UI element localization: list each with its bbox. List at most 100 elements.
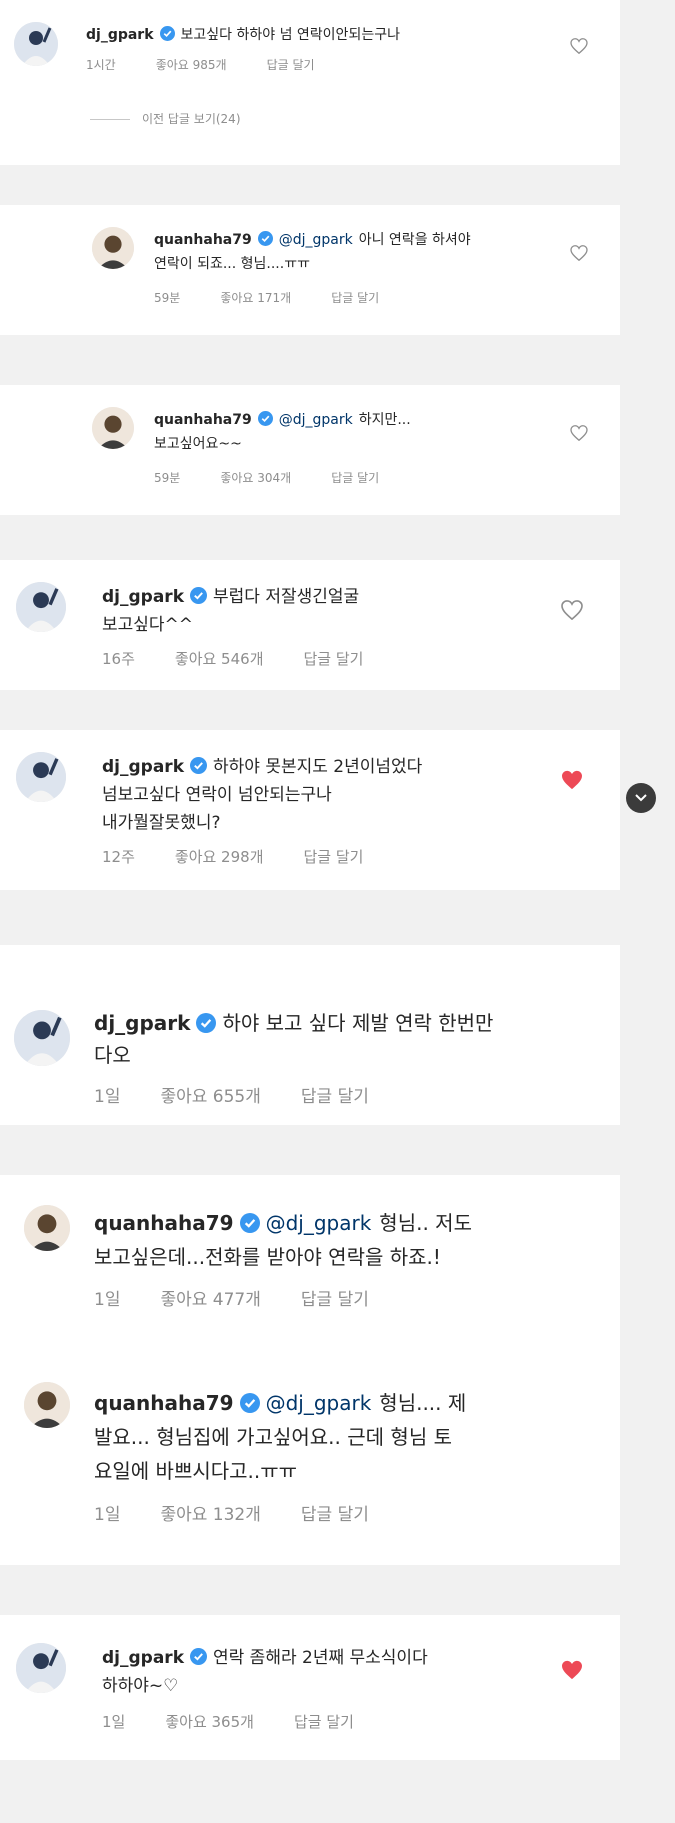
verified-badge-icon [257, 410, 273, 426]
comment-text: 보고싶어요~~ [154, 436, 242, 452]
username[interactable]: dj_gpark [102, 587, 184, 607]
collapse-button[interactable] [626, 783, 656, 813]
avatar[interactable] [14, 1010, 70, 1066]
comment-meta: 59분 좋아요 304개 답글 달기 [154, 469, 419, 486]
username[interactable]: dj_gpark [94, 1011, 190, 1035]
comment-text: 아니 연락을 하셔야 [358, 232, 471, 248]
reply-button[interactable]: 답글 달기 [301, 1087, 369, 1107]
reply-button[interactable]: 답글 달기 [304, 848, 364, 866]
comment-meta: 59분 좋아요 171개 답글 달기 [154, 289, 419, 306]
like-count[interactable]: 좋아요 546개 [175, 650, 264, 668]
comment-meta: 1시간 좋아요 985개 답글 달기 [86, 56, 355, 73]
comment-text: 넘보고싶다 연락이 넘안되는구나 [102, 785, 332, 805]
comment-panel: dj_gpark 연락 좀해라 2년째 무소식이다 하하야~♡ 1일 좋아요 365… [0, 1615, 620, 1760]
avatar[interactable] [14, 22, 58, 66]
reply-button[interactable]: 답글 달기 [331, 471, 379, 485]
avatar[interactable] [24, 1205, 70, 1251]
reply-button[interactable]: 답글 달기 [304, 650, 364, 668]
username[interactable]: quanhaha79 [154, 412, 252, 428]
comment-text: 보고싶은데...전화를 받아야 연락을 하죠.! [94, 1245, 441, 1269]
heart-icon[interactable] [561, 600, 583, 620]
comment-time: 59분 [154, 291, 181, 305]
avatar[interactable] [16, 752, 66, 802]
comment-time: 1시간 [86, 58, 116, 72]
comment-text: 하하야~♡ [102, 1676, 179, 1696]
username[interactable]: quanhaha79 [94, 1391, 234, 1415]
comment-time: 1일 [94, 1505, 121, 1525]
avatar[interactable] [92, 407, 134, 449]
reply-button[interactable]: 답글 달기 [301, 1505, 369, 1525]
avatar[interactable] [16, 1643, 66, 1693]
heart-icon[interactable] [561, 770, 583, 790]
comment-meta: 16주 좋아요 546개 답글 달기 [102, 648, 403, 669]
username[interactable]: quanhaha79 [154, 232, 252, 248]
like-count[interactable]: 좋아요 985개 [156, 58, 227, 72]
like-count[interactable]: 좋아요 132개 [160, 1505, 260, 1525]
mention-link[interactable]: @dj_gpark [279, 412, 353, 428]
reply-button[interactable]: 답글 달기 [301, 1290, 369, 1310]
comment-meta: 1일 좋아요 365개 답글 달기 [102, 1711, 394, 1732]
comment-panel: dj_gpark 하하야 못본지도 2년이넘었다 넘보고싶다 연락이 넘안되는구나… [0, 730, 620, 890]
comment-text: 연락 좀해라 2년째 무소식이다 [213, 1648, 428, 1668]
comment-line: dj_gpark 하야 보고 싶다 제발 연락 한번만 [94, 1007, 493, 1036]
comment-text: 형님.... 제 [379, 1391, 467, 1415]
comment-panel: dj_gpark 보고싶다 하하야 넘 연락이안되는구나 1시간 좋아요 985개 답… [0, 0, 620, 165]
comment-panel: quanhaha79 @dj_gpark 하지만... 보고싶어요~~ 59분 좋아요… [0, 385, 620, 515]
comment-text: 내가뭘잘못했니? [102, 813, 221, 833]
comment-text: 발요... 형님집에 가고싶어요.. 근데 형님 토 [94, 1425, 452, 1449]
view-replies-button[interactable]: 이전 답글 보기(24) [90, 110, 241, 127]
avatar[interactable] [92, 227, 134, 269]
like-count[interactable]: 좋아요 304개 [220, 471, 291, 485]
avatar[interactable] [16, 582, 66, 632]
comment-text: 보고싶다^^ [102, 615, 194, 635]
like-count[interactable]: 좋아요 365개 [165, 1713, 254, 1731]
comment-time: 1일 [94, 1087, 121, 1107]
reply-button[interactable]: 답글 달기 [267, 58, 315, 72]
comment-line: dj_gpark 부럽다 저잘생긴얼굴 [102, 582, 359, 607]
verified-badge-icon [239, 1212, 260, 1233]
comment-meta: 12주 좋아요 298개 답글 달기 [102, 846, 403, 867]
heart-icon[interactable] [570, 38, 588, 54]
like-count[interactable]: 좋아요 477개 [160, 1290, 260, 1310]
comment-meta: 1일 좋아요 477개 답글 달기 [94, 1285, 409, 1310]
chevron-down-icon [635, 794, 647, 802]
like-count[interactable]: 좋아요 171개 [220, 291, 291, 305]
comment-text: 하하야 못본지도 2년이넘었다 [213, 757, 423, 777]
heart-icon[interactable] [570, 245, 588, 261]
comment-time: 12주 [102, 848, 135, 866]
comment-text: 보고싶다 하하야 넘 연락이안되는구나 [180, 27, 400, 43]
verified-badge-icon [190, 586, 207, 604]
verified-badge-icon [190, 756, 207, 774]
comment-meta: 1일 좋아요 655개 답글 달기 [94, 1082, 409, 1107]
avatar[interactable] [24, 1382, 70, 1428]
mention-link[interactable]: @dj_gpark [266, 1391, 372, 1415]
comment-time: 1일 [94, 1290, 121, 1310]
like-count[interactable]: 좋아요 655개 [160, 1087, 260, 1107]
verified-badge-icon [190, 1647, 207, 1665]
comment-panel: quanhaha79 @dj_gpark 아니 연락을 하셔야 연락이 되죠... … [0, 205, 620, 335]
comment-line: quanhaha79 @dj_gpark 하지만... [154, 409, 411, 429]
comment-panel: dj_gpark 하야 보고 싶다 제발 연락 한번만 다오 1일 좋아요 655개… [0, 945, 620, 1125]
reply-button[interactable]: 답글 달기 [294, 1713, 354, 1731]
like-count[interactable]: 좋아요 298개 [175, 848, 264, 866]
username[interactable]: dj_gpark [102, 757, 184, 777]
username[interactable]: dj_gpark [102, 1648, 184, 1668]
divider [90, 119, 130, 120]
username[interactable]: quanhaha79 [94, 1211, 234, 1235]
comment-time: 1일 [102, 1713, 126, 1731]
verified-badge-icon [196, 1012, 217, 1033]
comment-text: 하지만... [358, 412, 411, 428]
comment-text: 연락이 되죠... 형님....ㅠㅠ [154, 256, 310, 272]
comment-time: 16주 [102, 650, 135, 668]
view-replies-label: 이전 답글 보기(24) [142, 112, 241, 126]
mention-link[interactable]: @dj_gpark [279, 232, 353, 248]
comment-text: 부럽다 저잘생긴얼굴 [213, 587, 360, 607]
heart-icon[interactable] [561, 1660, 583, 1680]
comment-panel: dj_gpark 부럽다 저잘생긴얼굴 보고싶다^^ 16주 좋아요 546개 답글 … [0, 560, 620, 690]
reply-button[interactable]: 답글 달기 [331, 291, 379, 305]
heart-icon[interactable] [570, 425, 588, 441]
username[interactable]: dj_gpark [86, 27, 154, 43]
comment-text: 요일에 바쁘시다고..ㅠㅠ [94, 1459, 298, 1483]
comment-line: quanhaha79 @dj_gpark 형님.... 제 [94, 1387, 466, 1416]
mention-link[interactable]: @dj_gpark [266, 1211, 372, 1235]
